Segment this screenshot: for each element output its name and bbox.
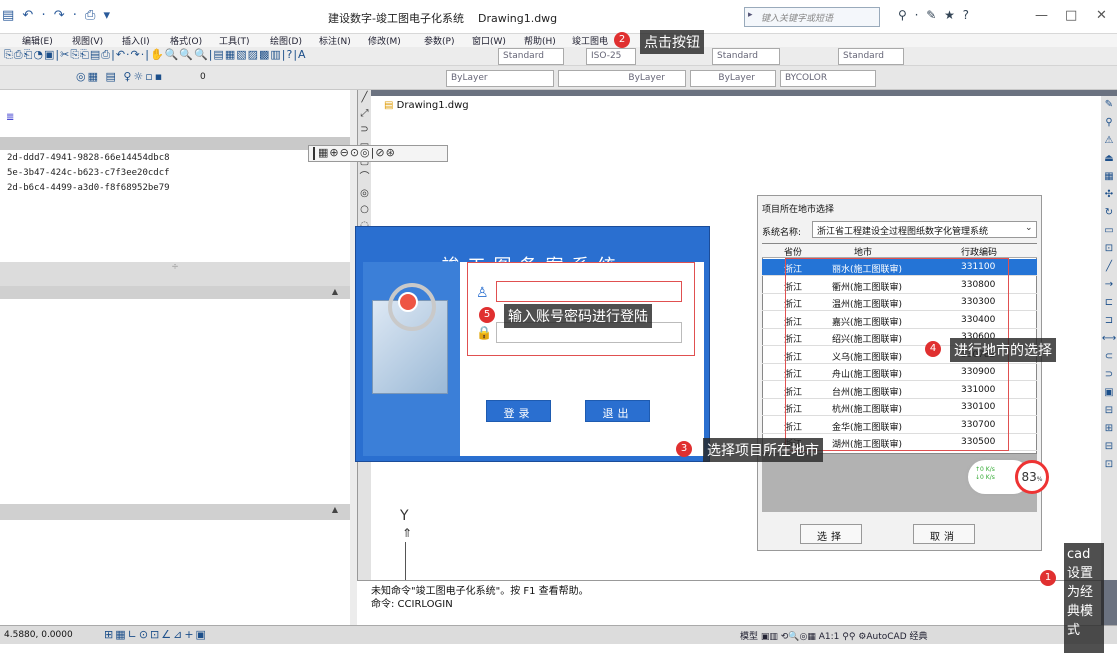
left-panel-top: ≣	[0, 90, 350, 137]
bottom-strip	[0, 644, 1117, 655]
step-callout-2: 点击按钮	[640, 30, 704, 54]
step-badge-5: 5	[479, 307, 495, 323]
lineweight-select[interactable]: ByLayer	[690, 70, 776, 87]
annotation-scale[interactable]: A1:1	[819, 632, 840, 642]
city-dialog-title: 项目所在地市选择	[762, 205, 835, 215]
command-prompt-line: 命令: CCIRLOGIN	[371, 599, 453, 610]
panel-tool-icon[interactable]: ≣	[6, 112, 14, 123]
menu-draw[interactable]: 绘图(D)	[270, 34, 302, 47]
left-panel-section-header: ▲	[0, 286, 350, 299]
collapse-icon[interactable]: ▲	[332, 505, 338, 514]
linetype-select[interactable]: ByLayer	[558, 70, 686, 87]
ucs-axis	[405, 542, 406, 580]
network-speed-text: ↑0 K/s ↓0 K/s	[975, 466, 995, 481]
layer-name[interactable]: 0	[200, 72, 206, 82]
menu-edit[interactable]: 编辑(E)	[22, 34, 53, 47]
close-button[interactable]: ✕	[1096, 8, 1107, 23]
location-pin-icon	[398, 292, 418, 312]
title-tools[interactable]: ⚲ · ✎ ★ ?	[898, 8, 971, 22]
step-badge-2: 2	[614, 32, 630, 48]
coordinate-readout: 4.5880, 0.0000	[4, 630, 73, 640]
floating-view-toolbar[interactable]: ▦⊕⊖⊙◎|⊘⊛	[308, 145, 448, 162]
menu-dimension[interactable]: 标注(N)	[319, 34, 351, 47]
menu-bar: 编辑(E) 视图(V) 插入(I) 格式(O) 工具(T) 绘图(D) 标注(N…	[0, 34, 1117, 47]
model-tab[interactable]: 模型	[740, 632, 758, 642]
list-item[interactable]: 5e-3b47-424c-b623-c7f3ee20cdcf	[7, 168, 170, 178]
left-panel-middle	[0, 299, 350, 504]
usage-percent-badge: 83%	[1015, 460, 1049, 494]
project-id-list: 2d-ddd7-4941-9828-66e14454dbc8 5e-3b47-4…	[0, 150, 350, 262]
left-panel-header	[0, 137, 350, 150]
drawing-tab-label: Drawing1.dwg	[396, 100, 469, 111]
col-city: 地市	[854, 248, 873, 258]
status-right-tools[interactable]: 模型 ▣▥ ⟲🔍◎▦ A1:1 ⚲⚲ ⚙AutoCAD 经典	[740, 629, 928, 642]
step-badge-3: 3	[676, 441, 692, 457]
col-province: 省份	[784, 248, 803, 258]
workspace-switch[interactable]: AutoCAD 经典	[866, 632, 927, 642]
multileader-style-select[interactable]: Standard	[838, 48, 904, 65]
modify-toolbar[interactable]: ✎ ⚲ ⚠ ⏏ ▦ ✣ ↻ ▭ ⊡ ╱ → ⊏ ⊐ ⟷ ⊂ ⊃ ▣ ⊟ ⊞ ⊟ ⊡	[1101, 96, 1117, 580]
left-panel-section-header-2: ▲	[0, 504, 350, 520]
step-callout-4: 进行地市的选择	[950, 338, 1056, 362]
col-code: 行政编码	[961, 248, 998, 258]
system-name-select[interactable]: 浙江省工程建设全过程图纸数字化管理系统	[812, 221, 1037, 238]
minimize-button[interactable]: —	[1035, 8, 1048, 23]
maximize-button[interactable]: □	[1065, 8, 1077, 23]
app-title: 建设数字-竣工图电子化系统	[328, 12, 464, 25]
menu-help[interactable]: 帮助(H)	[524, 34, 556, 47]
menu-insert[interactable]: 插入(I)	[122, 34, 150, 47]
menu-format[interactable]: 格式(O)	[170, 34, 202, 47]
menu-parameter[interactable]: 参数(P)	[424, 34, 454, 47]
list-item[interactable]: 2d-b6c4-4499-a3d0-f8f68952be79	[7, 183, 170, 193]
menu-view[interactable]: 视图(V)	[72, 34, 103, 47]
step-callout-3: 选择项目所在地市	[703, 438, 823, 462]
quick-access-toolbar[interactable]: ▤ ↶ · ↷ · ⎙ ▾	[2, 8, 112, 23]
dim-style-select[interactable]: ISO-25	[586, 48, 636, 65]
step-badge-4: 4	[925, 341, 941, 357]
ucs-arrow-icon: ⇑	[402, 526, 413, 540]
layers-toolbar-icons[interactable]: ◎▦ ▤ ♀☼▫▪	[76, 70, 164, 83]
step-callout-1: cad设置为经典模式	[1064, 543, 1104, 653]
menu-modify[interactable]: 修改(M)	[368, 34, 401, 47]
step-badge-1: 1	[1040, 570, 1056, 586]
drawing-file-icon: ▤	[384, 100, 394, 111]
plotstyle-select[interactable]: BYCOLOR	[780, 70, 876, 87]
standard-toolbar-icons[interactable]: ⎘⎙⎗◔▣|✂⎘⎗▤⎙|↶·↷·|✋🔍🔍🔍|▤▦▧▨▩▥|?|A	[4, 48, 307, 62]
ucs-y-label: Y	[400, 508, 409, 524]
highlight-box-username	[496, 281, 682, 302]
collapse-icon[interactable]: ▲	[332, 287, 338, 296]
city-table-header: 省份 地市 行政编码	[762, 244, 1037, 258]
menu-completion-drawing[interactable]: 竣工图电	[572, 34, 608, 47]
menu-tools[interactable]: 工具(T)	[219, 34, 250, 47]
login-button[interactable]: 登录	[486, 400, 551, 422]
chevron-down-icon[interactable]: ⌄	[1025, 223, 1033, 233]
table-style-select[interactable]: Standard	[712, 48, 780, 65]
search-input[interactable]: 键入关键字或短语	[744, 7, 880, 27]
cancel-button[interactable]: 取消	[913, 524, 975, 544]
window-title: 建设数字-竣工图电子化系统 Drawing1.dwg	[328, 10, 557, 26]
exit-button[interactable]: 退出	[585, 400, 650, 422]
step-callout-5: 输入账号密码进行登陆	[504, 304, 652, 328]
panel-splitter[interactable]: ÷	[0, 262, 350, 286]
text-style-select[interactable]: Standard	[498, 48, 564, 65]
drawing-tab[interactable]: ▤ Drawing1.dwg	[384, 100, 484, 115]
left-panel-bottom	[0, 520, 350, 625]
drafting-settings-toggles[interactable]: ⊞▦∟⊙⊡∠⊿+▣	[104, 628, 208, 641]
select-button[interactable]: 选择	[800, 524, 862, 544]
document-title: Drawing1.dwg	[477, 12, 558, 25]
search-icon: ▸	[748, 10, 753, 20]
lock-icon: 🔒	[476, 326, 493, 341]
system-name-label: 系统名称:	[762, 228, 802, 238]
menu-window[interactable]: 窗口(W)	[472, 34, 506, 47]
color-select[interactable]: ByLayer	[446, 70, 554, 87]
user-icon: ♙	[476, 285, 489, 301]
list-item[interactable]: 2d-ddd7-4941-9828-66e14454dbc8	[7, 153, 170, 163]
